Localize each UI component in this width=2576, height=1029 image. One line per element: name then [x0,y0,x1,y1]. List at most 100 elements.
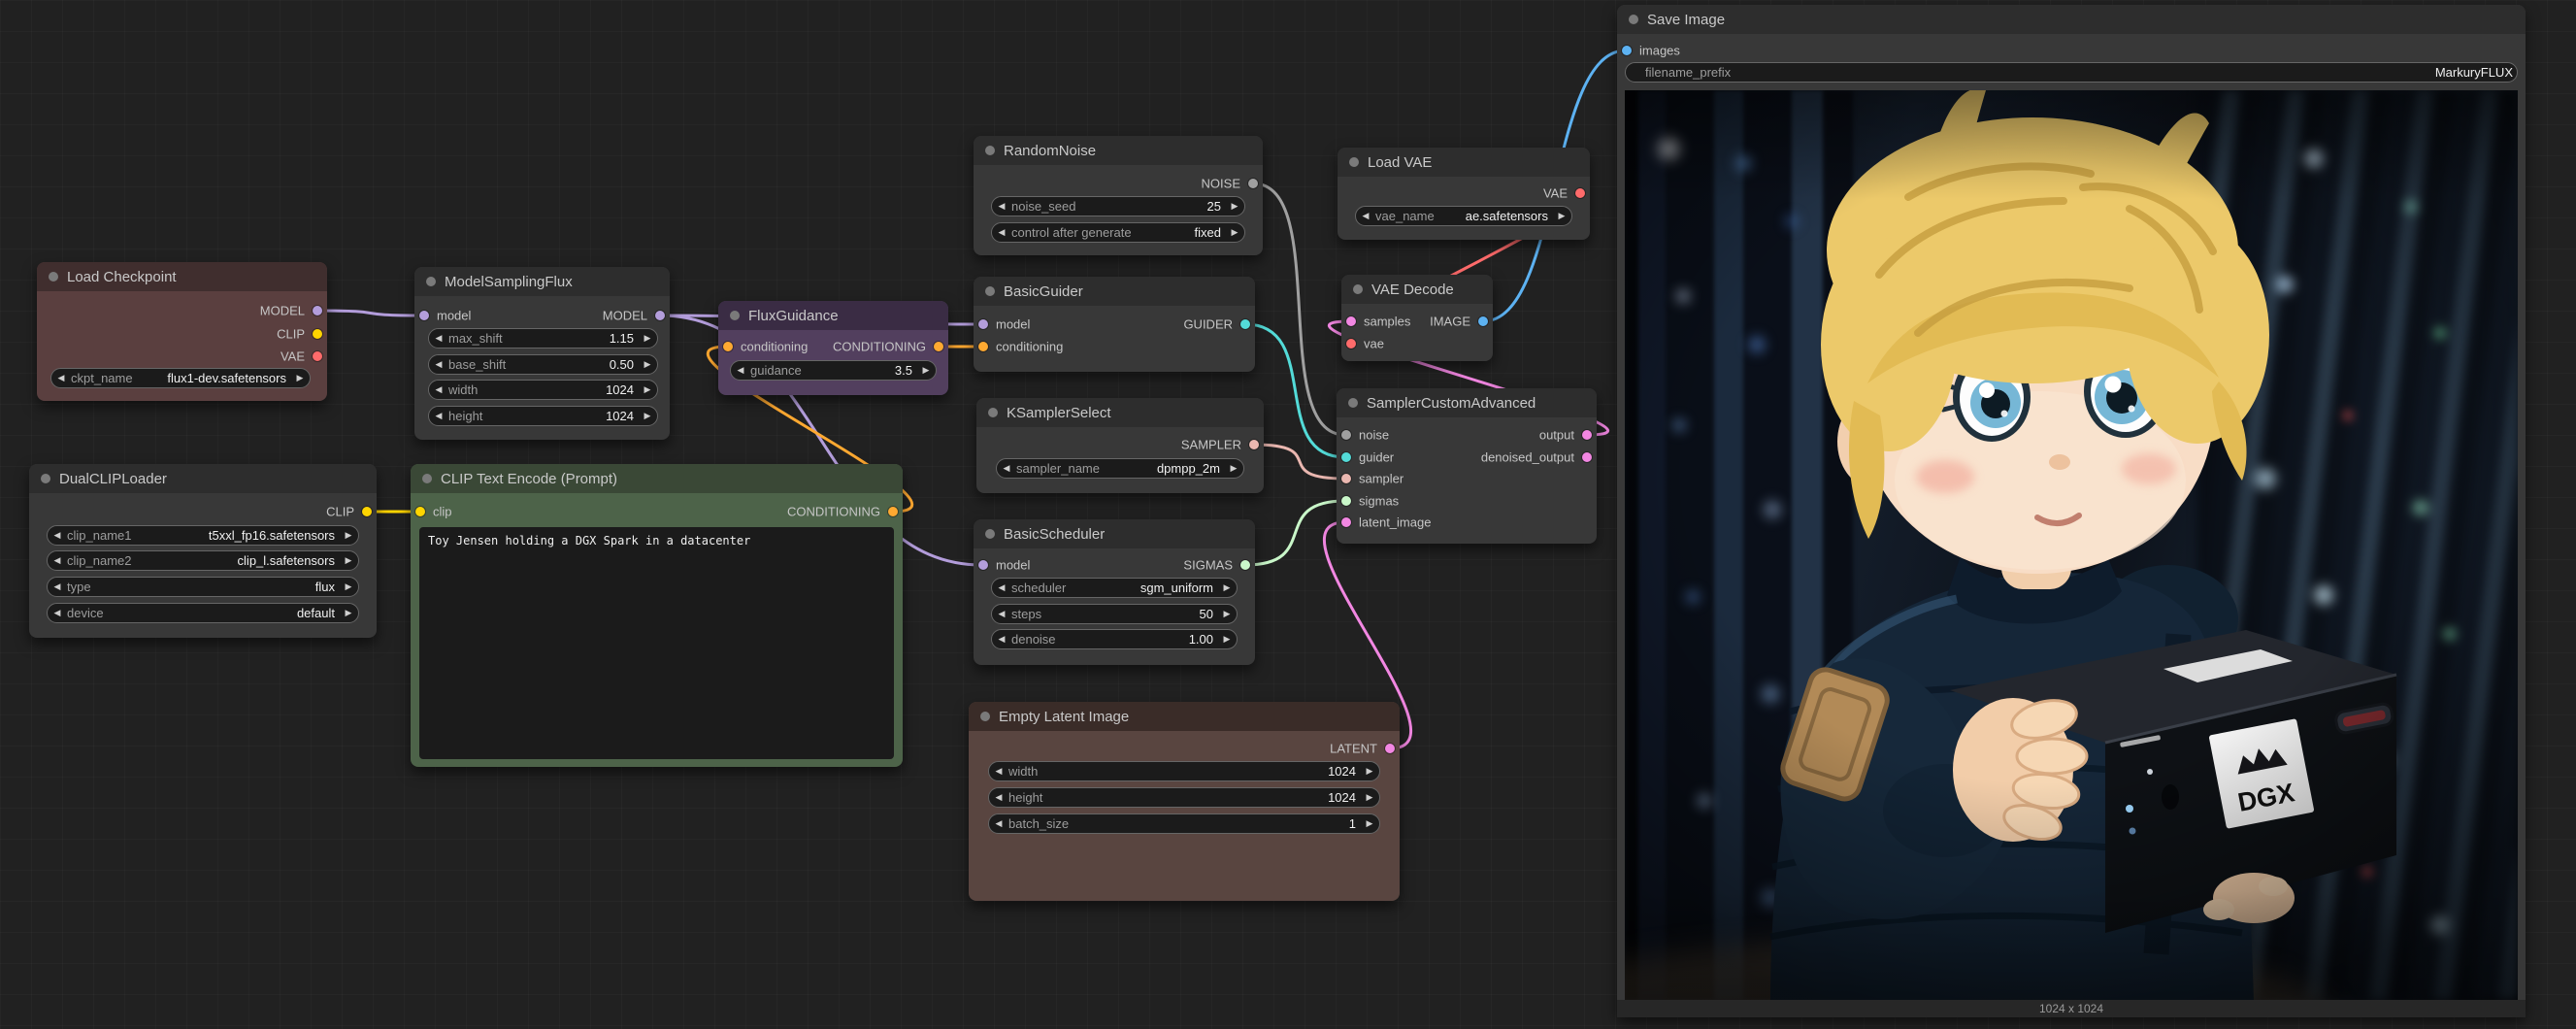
output-port-CONDITIONING[interactable] [934,342,943,351]
widget-base_shift[interactable]: ◀base_shift0.50▶ [428,354,658,375]
node-basic-scheduler[interactable]: BasicSchedulermodelSIGMAS◀schedulersgm_u… [974,519,1255,665]
output-port-MODEL[interactable] [655,311,665,320]
collapse-dot-icon[interactable] [41,474,50,483]
node-flux-guidance[interactable]: FluxGuidanceconditioningCONDITIONING◀gui… [718,301,948,395]
increment-arrow-icon[interactable]: ▶ [339,525,358,546]
output-port-CLIP[interactable] [313,329,322,339]
decrement-arrow-icon[interactable]: ◀ [992,604,1011,624]
decrement-arrow-icon[interactable]: ◀ [48,525,67,546]
collapse-dot-icon[interactable] [730,311,740,320]
decrement-arrow-icon[interactable]: ◀ [48,577,67,597]
widget-steps[interactable]: ◀steps50▶ [991,604,1238,624]
increment-arrow-icon[interactable]: ▶ [1224,458,1243,479]
widget-width[interactable]: ◀width1024▶ [988,761,1380,781]
output-port-GUIDER[interactable] [1240,319,1250,329]
node-ksampler-select[interactable]: KSamplerSelectSAMPLER◀sampler_namedpmpp_… [976,398,1264,493]
node-basic-guider[interactable]: BasicGuidermodelconditioningGUIDER [974,277,1255,372]
decrement-arrow-icon[interactable]: ◀ [989,813,1008,834]
node-titlebar[interactable]: SamplerCustomAdvanced [1337,388,1597,417]
input-port-sampler[interactable] [1341,474,1351,483]
output-port-CLIP[interactable] [362,507,372,516]
decrement-arrow-icon[interactable]: ◀ [1356,206,1375,226]
decrement-arrow-icon[interactable]: ◀ [429,406,448,426]
node-titlebar[interactable]: KSamplerSelect [976,398,1264,427]
collapse-dot-icon[interactable] [1353,284,1363,294]
input-port-sigmas[interactable] [1341,496,1351,506]
collapse-dot-icon[interactable] [1629,15,1638,24]
node-titlebar[interactable]: ModelSamplingFlux [414,267,670,296]
widget-sampler_name[interactable]: ◀sampler_namedpmpp_2m▶ [996,458,1244,479]
collapse-dot-icon[interactable] [985,146,995,155]
widget-guidance[interactable]: ◀guidance3.5▶ [730,360,937,381]
collapse-dot-icon[interactable] [49,272,58,282]
node-titlebar[interactable]: RandomNoise [974,136,1263,165]
increment-arrow-icon[interactable]: ▶ [1217,578,1237,598]
node-titlebar[interactable]: Save Image [1617,5,2526,34]
input-port-samples[interactable] [1346,316,1356,326]
node-titlebar[interactable]: Load Checkpoint [37,262,327,291]
widget-ckpt_name[interactable]: ◀ckpt_nameflux1-dev.safetensors▶ [50,368,311,388]
increment-arrow-icon[interactable]: ▶ [339,577,358,597]
increment-arrow-icon[interactable]: ▶ [638,354,657,375]
input-port-noise[interactable] [1341,430,1351,440]
increment-arrow-icon[interactable]: ▶ [638,380,657,400]
widget-scheduler[interactable]: ◀schedulersgm_uniform▶ [991,578,1238,598]
node-dual-clip-loader[interactable]: DualCLIPLoaderCLIP◀clip_name1t5xxl_fp16.… [29,464,377,638]
output-port-VAE[interactable] [313,351,322,361]
node-random-noise[interactable]: RandomNoiseNOISE◀noise_seed25▶◀control a… [974,136,1263,255]
widget-max_shift[interactable]: ◀max_shift1.15▶ [428,328,658,349]
increment-arrow-icon[interactable]: ▶ [1225,222,1244,243]
input-port-clip[interactable] [415,507,425,516]
widget-control-after-generate[interactable]: ◀control after generatefixed▶ [991,222,1245,243]
input-port-model[interactable] [419,311,429,320]
input-port-images[interactable] [1622,46,1632,55]
output-port-LATENT[interactable] [1385,744,1395,753]
collapse-dot-icon[interactable] [426,277,436,286]
increment-arrow-icon[interactable]: ▶ [339,603,358,623]
collapse-dot-icon[interactable] [988,408,998,417]
node-titlebar[interactable]: CLIP Text Encode (Prompt) [411,464,903,493]
node-titlebar[interactable]: FluxGuidance [718,301,948,330]
prompt-textarea[interactable]: Toy Jensen holding a DGX Spark in a data… [419,527,894,759]
input-port-guider[interactable] [1341,452,1351,462]
widget-type[interactable]: ◀typeflux▶ [47,577,359,597]
output-port-NOISE[interactable] [1248,179,1258,188]
node-model-sampling-flux[interactable]: ModelSamplingFluxmodelMODEL◀max_shift1.1… [414,267,670,440]
decrement-arrow-icon[interactable]: ◀ [429,328,448,349]
node-clip-text-encode[interactable]: CLIP Text Encode (Prompt)clipCONDITIONIN… [411,464,903,767]
widget-width[interactable]: ◀width1024▶ [428,380,658,400]
collapse-dot-icon[interactable] [422,474,432,483]
collapse-dot-icon[interactable] [985,529,995,539]
increment-arrow-icon[interactable]: ▶ [638,328,657,349]
decrement-arrow-icon[interactable]: ◀ [992,196,1011,216]
widget-clip_name2[interactable]: ◀clip_name2clip_l.safetensors▶ [47,550,359,571]
input-port-vae[interactable] [1346,339,1356,349]
increment-arrow-icon[interactable]: ▶ [638,406,657,426]
increment-arrow-icon[interactable]: ▶ [1552,206,1571,226]
increment-arrow-icon[interactable]: ▶ [290,368,310,388]
input-port-model[interactable] [978,560,988,570]
node-titlebar[interactable]: Empty Latent Image [969,702,1400,731]
node-vae-decode[interactable]: VAE DecodesamplesvaeIMAGE [1341,275,1493,361]
widget-batch_size[interactable]: ◀batch_size1▶ [988,813,1380,834]
increment-arrow-icon[interactable]: ▶ [1360,761,1379,781]
decrement-arrow-icon[interactable]: ◀ [48,550,67,571]
decrement-arrow-icon[interactable]: ◀ [997,458,1016,479]
output-port-output[interactable] [1582,430,1592,440]
node-titlebar[interactable]: BasicGuider [974,277,1255,306]
node-titlebar[interactable]: DualCLIPLoader [29,464,377,493]
decrement-arrow-icon[interactable]: ◀ [992,578,1011,598]
input-port-model[interactable] [978,319,988,329]
output-port-VAE[interactable] [1575,188,1585,198]
decrement-arrow-icon[interactable]: ◀ [992,629,1011,649]
decrement-arrow-icon[interactable]: ◀ [48,603,67,623]
collapse-dot-icon[interactable] [980,712,990,721]
output-port-SAMPLER[interactable] [1249,440,1259,449]
collapse-dot-icon[interactable] [1348,398,1358,408]
collapse-dot-icon[interactable] [1349,157,1359,167]
widget-height[interactable]: ◀height1024▶ [988,787,1380,808]
widget-denoise[interactable]: ◀denoise1.00▶ [991,629,1238,649]
increment-arrow-icon[interactable]: ▶ [916,360,936,381]
collapse-dot-icon[interactable] [985,286,995,296]
decrement-arrow-icon[interactable]: ◀ [989,761,1008,781]
